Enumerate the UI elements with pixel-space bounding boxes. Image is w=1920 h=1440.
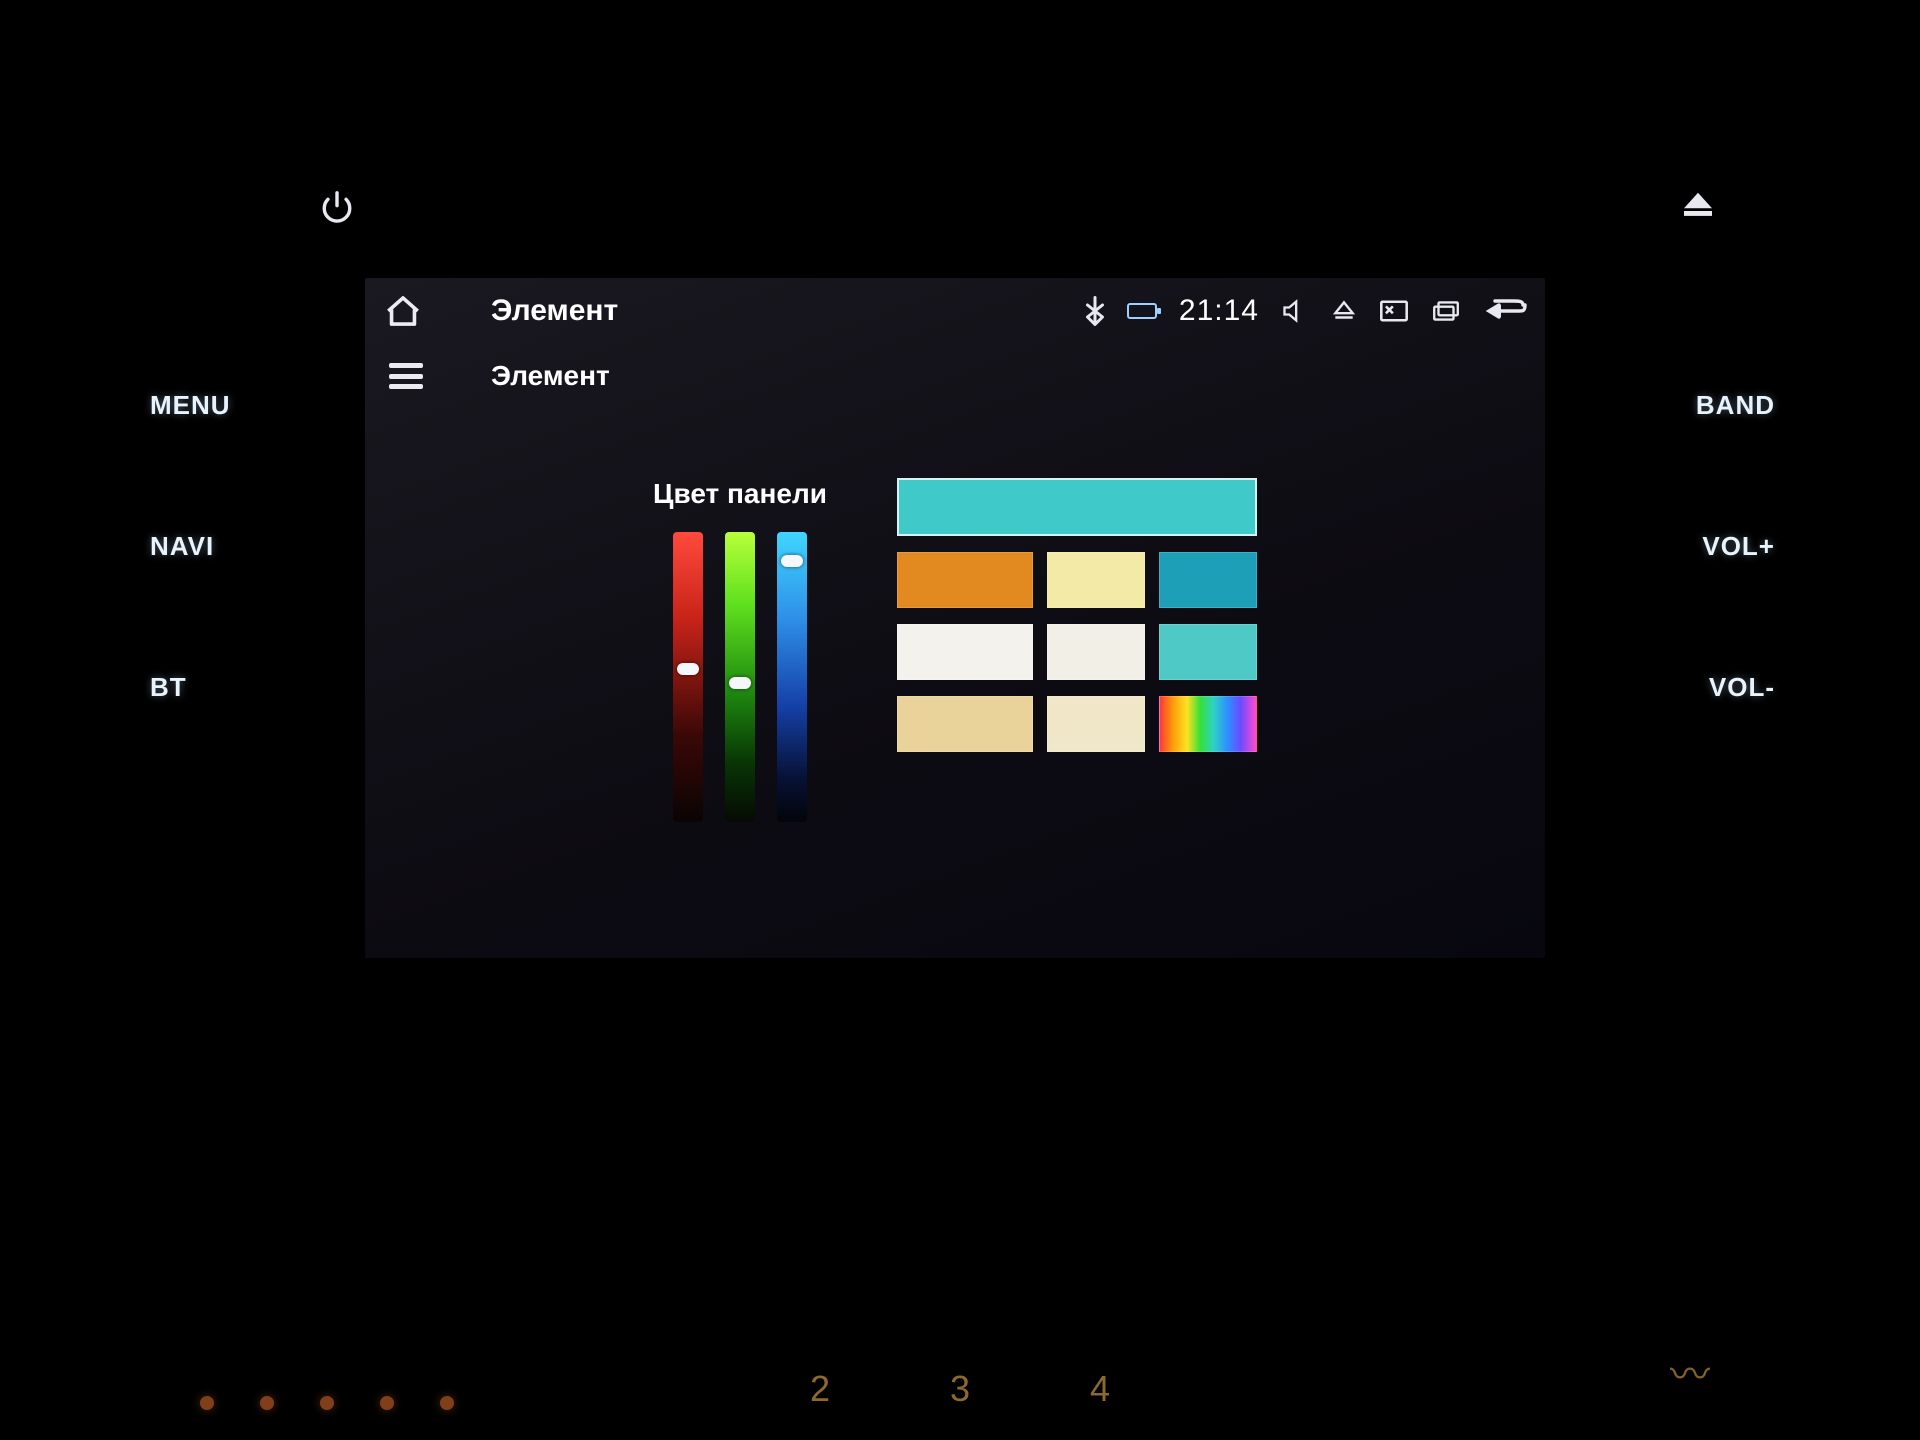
status-bar: Элемент 21:14 [365,278,1545,344]
eject-hw-icon[interactable] [1681,190,1715,218]
home-icon[interactable] [383,293,423,329]
heated-seat-icon: 〰 [1670,1342,1710,1400]
color-swatch[interactable] [1159,552,1257,608]
bezel-right: BAND VOL+ VOL- [1696,390,1775,703]
dash-numbers: 2 3 4 [810,1368,1110,1410]
navi-hw-button[interactable]: NAVI [150,531,214,562]
bt-hw-button[interactable]: BT [150,672,187,703]
color-preview-panel [897,478,1257,752]
mute-icon[interactable] [1281,298,1309,324]
lcd-screen: Элемент 21:14 [365,278,1545,958]
dash-number: 4 [1090,1368,1110,1410]
rainbow-swatch[interactable] [1159,696,1257,752]
green-slider-thumb[interactable] [729,677,751,689]
color-swatch[interactable] [1047,624,1145,680]
red-slider[interactable] [673,532,703,822]
dash-number: 3 [950,1368,970,1410]
menu-hw-button[interactable]: MENU [150,390,231,421]
bluetooth-icon [1085,296,1105,326]
current-color-preview [897,478,1257,536]
color-swatch[interactable] [1047,552,1145,608]
power-icon[interactable] [320,190,354,224]
vol-down-hw-button[interactable]: VOL- [1709,672,1775,703]
swatch-row-1 [897,552,1257,608]
color-swatch[interactable] [897,552,1033,608]
recents-icon[interactable] [1431,299,1461,323]
dash-indicator-dots [200,1396,454,1410]
green-slider[interactable] [725,532,755,822]
menu-icon[interactable] [389,363,423,389]
page-title: Элемент [491,294,618,328]
blue-slider[interactable] [777,532,807,822]
back-icon[interactable] [1483,296,1527,326]
blue-slider-thumb[interactable] [781,555,803,567]
sub-header: Элемент [365,348,1545,404]
color-swatch[interactable] [897,696,1033,752]
battery-icon [1127,303,1157,319]
color-swatch[interactable] [897,624,1033,680]
red-slider-thumb[interactable] [677,663,699,675]
bezel-left: MENU NAVI BT [150,390,231,703]
color-swatch[interactable] [1159,624,1257,680]
swatch-row-2 [897,624,1257,680]
dash-number: 2 [810,1368,830,1410]
band-hw-button[interactable]: BAND [1696,390,1775,421]
clock: 21:14 [1179,294,1259,328]
content-area: Цвет панели [365,448,1545,958]
vol-up-hw-button[interactable]: VOL+ [1702,531,1775,562]
sliders-label: Цвет панели [653,478,827,510]
eject-icon[interactable] [1331,299,1357,323]
swatch-row-3 [897,696,1257,752]
screen-icon[interactable] [1379,298,1409,324]
color-swatch[interactable] [1047,696,1145,752]
rgb-sliders-group: Цвет панели [653,478,827,822]
sub-title: Элемент [491,360,610,392]
